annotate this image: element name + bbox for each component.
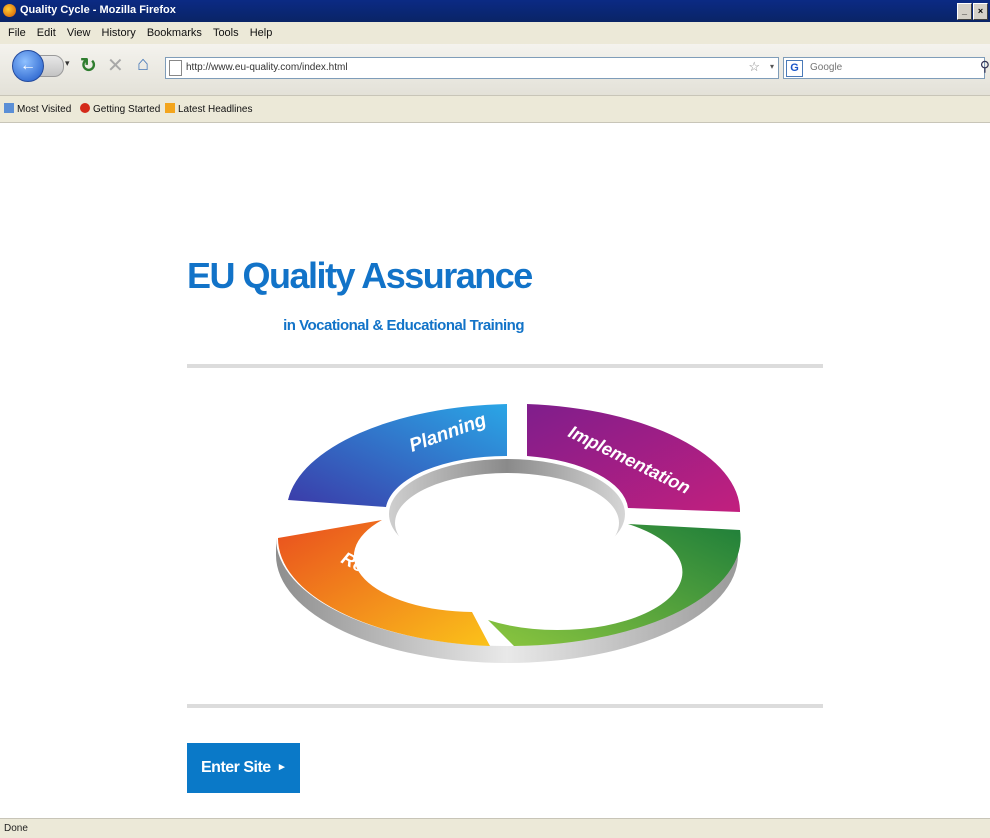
bookmark-getting-started[interactable]: Getting Started [80,103,160,115]
status-text: Done [4,823,28,834]
window-title: Quality Cycle - Mozilla Firefox [20,4,176,16]
enter-site-label: Enter Site [201,759,271,776]
bottom-divider [187,704,823,708]
page-icon [169,60,182,76]
arrow-right-icon: ▸ [279,761,285,773]
window-titlebar: Quality Cycle - Mozilla Firefox _ × [0,0,990,22]
stop-icon[interactable]: ✕ [107,53,124,78]
url-dropdown-icon[interactable]: ▾ [770,62,774,71]
page-subtitle: in Vocational & Educational Training [283,317,524,334]
enter-site-button[interactable]: Enter Site ▸ [187,743,300,793]
address-bar[interactable]: ☆ ▾ [165,57,779,79]
cycle-label-evaluation: Evaluation [536,561,633,616]
search-input[interactable] [810,60,940,75]
close-button[interactable]: × [973,3,988,20]
url-input[interactable] [186,60,746,75]
search-icon[interactable]: ⚲ [980,58,990,75]
rss-icon [165,103,175,113]
top-divider [187,364,823,368]
bookmark-folder-icon [4,103,14,113]
menu-bar: File Edit View History Bookmarks Tools H… [0,22,990,45]
minimize-button[interactable]: _ [957,3,972,20]
menu-view[interactable]: View [67,27,91,39]
google-engine-icon[interactable]: G [786,60,803,77]
menu-history[interactable]: History [102,27,136,39]
status-bar: Done [0,818,990,838]
firefox-icon [80,103,90,113]
menu-bookmarks[interactable]: Bookmarks [147,27,202,39]
navigation-toolbar: ← ▾ ↻ ✕ ⌂ ☆ ▾ G ⚲ [0,44,990,96]
bookmark-latest-headlines[interactable]: Latest Headlines [165,103,253,115]
firefox-app-icon [3,4,16,17]
search-box[interactable]: G ⚲ [783,57,990,79]
menu-tools[interactable]: Tools [213,27,239,39]
history-dropdown-icon[interactable]: ▾ [65,58,70,69]
bookmark-most-visited[interactable]: Most Visited [4,103,71,115]
menu-file[interactable]: File [8,27,26,39]
home-icon[interactable]: ⌂ [137,53,149,76]
menu-help[interactable]: Help [250,27,273,39]
page-title: EU Quality Assurance [187,255,533,296]
menu-edit[interactable]: Edit [37,27,56,39]
quality-cycle-diagram: Planning Implementation Evaluation Revie… [276,404,741,663]
bookmarks-toolbar: Most Visited Getting Started Latest Head… [0,96,990,123]
reload-icon[interactable]: ↻ [80,53,97,78]
star-icon[interactable]: ☆ [748,59,760,75]
back-icon[interactable]: ← [12,50,44,82]
cycle-center [395,473,619,573]
